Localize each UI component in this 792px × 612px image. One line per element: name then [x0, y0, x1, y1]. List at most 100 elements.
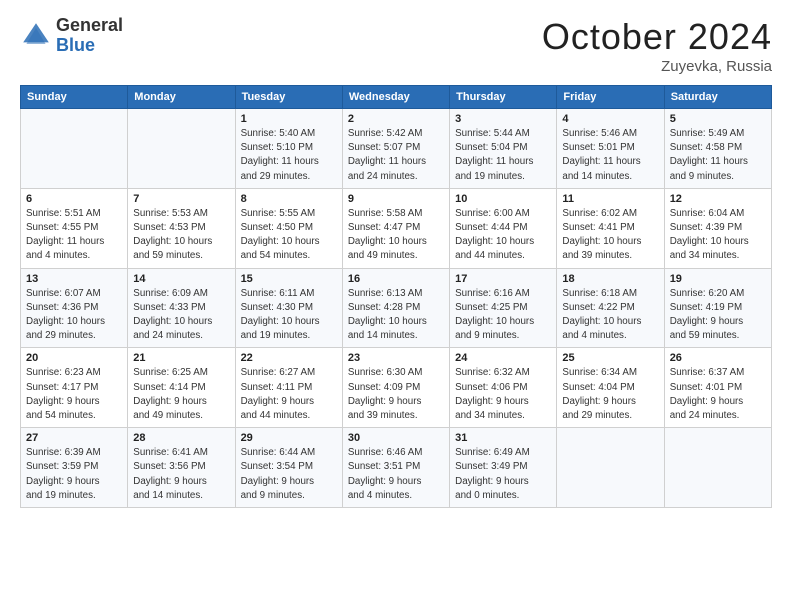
day-info: Sunrise: 6:04 AM Sunset: 4:39 PM Dayligh…	[670, 207, 766, 264]
day-cell: 1 Sunrise: 5:40 AM Sunset: 5:10 PM Daylig…	[235, 109, 342, 189]
day-number: 11	[562, 193, 658, 205]
day-cell	[21, 109, 128, 189]
day-cell: 3 Sunrise: 5:44 AM Sunset: 5:04 PM Daylig…	[450, 109, 557, 189]
day-info: Sunrise: 5:51 AM Sunset: 4:55 PM Dayligh…	[26, 207, 122, 264]
title-month: October 2024	[542, 16, 772, 58]
day-info: Sunrise: 6:02 AM Sunset: 4:41 PM Dayligh…	[562, 207, 658, 264]
day-info: Sunrise: 5:46 AM Sunset: 5:01 PM Dayligh…	[562, 127, 658, 184]
day-number: 29	[241, 432, 337, 444]
calendar-header: Sunday Monday Tuesday Wednesday Thursday…	[21, 86, 772, 109]
day-cell: 28 Sunrise: 6:41 AM Sunset: 3:56 PM Dayli…	[128, 428, 235, 508]
day-number: 14	[133, 273, 229, 285]
day-number: 1	[241, 113, 337, 125]
day-number: 21	[133, 352, 229, 364]
col-sunday: Sunday	[21, 86, 128, 109]
day-number: 17	[455, 273, 551, 285]
day-info: Sunrise: 6:18 AM Sunset: 4:22 PM Dayligh…	[562, 287, 658, 344]
day-info: Sunrise: 6:39 AM Sunset: 3:59 PM Dayligh…	[26, 446, 122, 503]
day-number: 24	[455, 352, 551, 364]
day-cell: 8Sunrise: 5:55 AM Sunset: 4:50 PM Daylig…	[235, 188, 342, 268]
day-cell: 23 Sunrise: 6:30 AM Sunset: 4:09 PM Dayli…	[342, 348, 449, 428]
col-tuesday: Tuesday	[235, 86, 342, 109]
day-number: 7	[133, 193, 229, 205]
day-cell: 4Sunrise: 5:46 AM Sunset: 5:01 PM Daylig…	[557, 109, 664, 189]
page: General Blue October 2024 Zuyevka, Russi…	[0, 0, 792, 612]
day-info: Sunrise: 6:09 AM Sunset: 4:33 PM Dayligh…	[133, 287, 229, 344]
day-cell: 18Sunrise: 6:18 AM Sunset: 4:22 PM Dayli…	[557, 268, 664, 348]
day-number: 3	[455, 113, 551, 125]
day-cell: 27 Sunrise: 6:39 AM Sunset: 3:59 PM Dayli…	[21, 428, 128, 508]
day-cell	[664, 428, 771, 508]
logo-icon	[20, 20, 52, 52]
day-info: Sunrise: 6:49 AM Sunset: 3:49 PM Dayligh…	[455, 446, 551, 503]
logo-general-text: General	[56, 15, 123, 35]
day-number: 25	[562, 352, 658, 364]
col-monday: Monday	[128, 86, 235, 109]
day-cell: 17 Sunrise: 6:16 AM Sunset: 4:25 PM Dayli…	[450, 268, 557, 348]
day-info: Sunrise: 6:11 AM Sunset: 4:30 PM Dayligh…	[241, 287, 337, 344]
title-block: October 2024 Zuyevka, Russia	[542, 16, 772, 75]
day-cell: 24 Sunrise: 6:32 AM Sunset: 4:06 PM Dayli…	[450, 348, 557, 428]
day-info: Sunrise: 6:16 AM Sunset: 4:25 PM Dayligh…	[455, 287, 551, 344]
day-number: 22	[241, 352, 337, 364]
col-wednesday: Wednesday	[342, 86, 449, 109]
week-row-2: 6 Sunrise: 5:51 AM Sunset: 4:55 PM Daylig…	[21, 188, 772, 268]
calendar-table: Sunday Monday Tuesday Wednesday Thursday…	[20, 85, 772, 508]
day-cell: 29 Sunrise: 6:44 AM Sunset: 3:54 PM Dayli…	[235, 428, 342, 508]
week-row-1: 1 Sunrise: 5:40 AM Sunset: 5:10 PM Daylig…	[21, 109, 772, 189]
day-cell: 26Sunrise: 6:37 AM Sunset: 4:01 PM Dayli…	[664, 348, 771, 428]
day-number: 26	[670, 352, 766, 364]
day-info: Sunrise: 6:34 AM Sunset: 4:04 PM Dayligh…	[562, 366, 658, 423]
day-number: 8	[241, 193, 337, 205]
day-cell: 2 Sunrise: 5:42 AM Sunset: 5:07 PM Daylig…	[342, 109, 449, 189]
day-cell	[557, 428, 664, 508]
day-info: Sunrise: 6:27 AM Sunset: 4:11 PM Dayligh…	[241, 366, 337, 423]
day-info: Sunrise: 6:32 AM Sunset: 4:06 PM Dayligh…	[455, 366, 551, 423]
day-info: Sunrise: 6:30 AM Sunset: 4:09 PM Dayligh…	[348, 366, 444, 423]
day-cell: 7 Sunrise: 5:53 AM Sunset: 4:53 PM Daylig…	[128, 188, 235, 268]
day-number: 12	[670, 193, 766, 205]
day-info: Sunrise: 5:44 AM Sunset: 5:04 PM Dayligh…	[455, 127, 551, 184]
day-number: 27	[26, 432, 122, 444]
week-row-4: 20 Sunrise: 6:23 AM Sunset: 4:17 PM Dayli…	[21, 348, 772, 428]
col-thursday: Thursday	[450, 86, 557, 109]
day-cell: 20 Sunrise: 6:23 AM Sunset: 4:17 PM Dayli…	[21, 348, 128, 428]
day-cell: 16 Sunrise: 6:13 AM Sunset: 4:28 PM Dayli…	[342, 268, 449, 348]
day-number: 28	[133, 432, 229, 444]
day-number: 30	[348, 432, 444, 444]
day-info: Sunrise: 6:41 AM Sunset: 3:56 PM Dayligh…	[133, 446, 229, 503]
col-friday: Friday	[557, 86, 664, 109]
day-cell: 31 Sunrise: 6:49 AM Sunset: 3:49 PM Dayli…	[450, 428, 557, 508]
header-row: Sunday Monday Tuesday Wednesday Thursday…	[21, 86, 772, 109]
day-info: Sunrise: 6:07 AM Sunset: 4:36 PM Dayligh…	[26, 287, 122, 344]
logo-text: General Blue	[56, 16, 123, 56]
day-info: Sunrise: 5:49 AM Sunset: 4:58 PM Dayligh…	[670, 127, 766, 184]
col-saturday: Saturday	[664, 86, 771, 109]
logo: General Blue	[20, 16, 123, 56]
day-info: Sunrise: 5:42 AM Sunset: 5:07 PM Dayligh…	[348, 127, 444, 184]
day-info: Sunrise: 6:00 AM Sunset: 4:44 PM Dayligh…	[455, 207, 551, 264]
day-info: Sunrise: 6:23 AM Sunset: 4:17 PM Dayligh…	[26, 366, 122, 423]
day-cell: 21Sunrise: 6:25 AM Sunset: 4:14 PM Dayli…	[128, 348, 235, 428]
day-number: 13	[26, 273, 122, 285]
day-cell: 6 Sunrise: 5:51 AM Sunset: 4:55 PM Daylig…	[21, 188, 128, 268]
day-info: Sunrise: 5:53 AM Sunset: 4:53 PM Dayligh…	[133, 207, 229, 264]
day-info: Sunrise: 6:44 AM Sunset: 3:54 PM Dayligh…	[241, 446, 337, 503]
day-cell	[128, 109, 235, 189]
day-number: 19	[670, 273, 766, 285]
day-info: Sunrise: 6:13 AM Sunset: 4:28 PM Dayligh…	[348, 287, 444, 344]
day-number: 2	[348, 113, 444, 125]
day-info: Sunrise: 5:40 AM Sunset: 5:10 PM Dayligh…	[241, 127, 337, 184]
day-number: 15	[241, 273, 337, 285]
day-number: 10	[455, 193, 551, 205]
day-cell: 10 Sunrise: 6:00 AM Sunset: 4:44 PM Dayli…	[450, 188, 557, 268]
calendar-body: 1 Sunrise: 5:40 AM Sunset: 5:10 PM Daylig…	[21, 109, 772, 508]
day-cell: 25 Sunrise: 6:34 AM Sunset: 4:04 PM Dayli…	[557, 348, 664, 428]
day-number: 23	[348, 352, 444, 364]
day-cell: 5Sunrise: 5:49 AM Sunset: 4:58 PM Daylig…	[664, 109, 771, 189]
day-number: 6	[26, 193, 122, 205]
day-number: 20	[26, 352, 122, 364]
day-number: 16	[348, 273, 444, 285]
day-number: 9	[348, 193, 444, 205]
day-number: 31	[455, 432, 551, 444]
